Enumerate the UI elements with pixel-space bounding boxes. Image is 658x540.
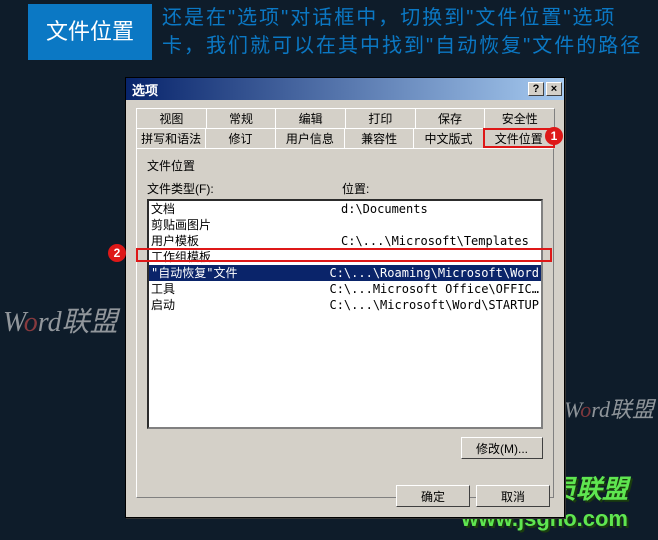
modify-button[interactable]: 修改(M)... [461,437,543,459]
tab-spelling[interactable]: 拼写和语法 [136,128,206,148]
list-item-type: 用户模板 [151,233,341,249]
header-instruction: 还是在"选项"对话框中，切换到"文件位置"选项卡，我们就可以在其中找到"自动恢复… [162,4,650,60]
list-item[interactable]: 用户模板C:\...\Microsoft\Templates [149,233,541,249]
tab-edit[interactable]: 编辑 [275,108,346,128]
cancel-button[interactable]: 取消 [476,485,550,507]
list-item-location: d:\Documents [341,201,539,217]
close-button[interactable]: × [546,82,562,96]
list-item-location: C:\...\Roaming\Microsoft\Word [329,265,539,281]
watermark-right: Word联盟 [564,392,654,424]
help-button[interactable]: ? [528,82,544,96]
section-label: 文件位置 [147,157,543,174]
file-locations-listbox[interactable]: 文档d:\Documents剪贴画图片用户模板C:\...\Microsoft\… [147,199,543,429]
tab-general[interactable]: 常规 [206,108,277,128]
list-item-location [341,249,539,265]
col-location: 位置: [342,180,369,197]
list-item-location: C:\...\Microsoft\Templates [341,233,539,249]
tab-userinfo[interactable]: 用户信息 [275,128,345,148]
dialog-title: 选项 [132,80,526,99]
list-item-type: 剪贴画图片 [151,217,341,233]
tab-revision[interactable]: 修订 [205,128,275,148]
options-dialog: 选项 ? × 视图 常规 编辑 打印 保存 安全性 拼写和语法 修订 用户信息 … [125,77,565,518]
ok-button[interactable]: 确定 [396,485,470,507]
column-headers: 文件类型(F): 位置: [147,180,543,197]
list-item-type: 文档 [151,201,341,217]
tab-chinese[interactable]: 中文版式 [413,128,483,148]
watermark-left: Word联盟 [3,300,118,340]
tab-print[interactable]: 打印 [345,108,416,128]
dialog-titlebar: 选项 ? × [126,78,564,100]
tab-save[interactable]: 保存 [415,108,486,128]
list-item-location: C:\...\Microsoft\Word\STARTUP [329,297,539,313]
list-item-type: 启动 [151,297,329,313]
tab-security[interactable]: 安全性 [484,108,555,128]
list-item-type: 工具 [151,281,329,297]
list-item[interactable]: 文档d:\Documents [149,201,541,217]
list-item-type: "自动恢复"文件 [151,265,329,281]
col-filetype: 文件类型(F): [147,180,342,197]
list-item[interactable]: "自动恢复"文件C:\...\Roaming\Microsoft\Word [149,265,541,281]
annotation-callout-2: 2 [108,244,126,262]
list-item-type: 工作组模板 [151,249,341,265]
tab-compat[interactable]: 兼容性 [344,128,414,148]
list-item-location [341,217,539,233]
list-item[interactable]: 启动C:\...\Microsoft\Word\STARTUP [149,297,541,313]
tab-view[interactable]: 视图 [136,108,207,128]
tab-panel: 文件位置 文件类型(F): 位置: 文档d:\Documents剪贴画图片用户模… [136,148,554,498]
list-item-location: C:\...Microsoft Office\OFFIC… [329,281,539,297]
tab-file-locations[interactable]: 文件位置 [483,128,555,148]
header-badge: 文件位置 [28,4,152,60]
annotation-callout-1: 1 [545,127,563,145]
list-item[interactable]: 剪贴画图片 [149,217,541,233]
list-item[interactable]: 工具C:\...Microsoft Office\OFFIC… [149,281,541,297]
list-item[interactable]: 工作组模板 [149,249,541,265]
